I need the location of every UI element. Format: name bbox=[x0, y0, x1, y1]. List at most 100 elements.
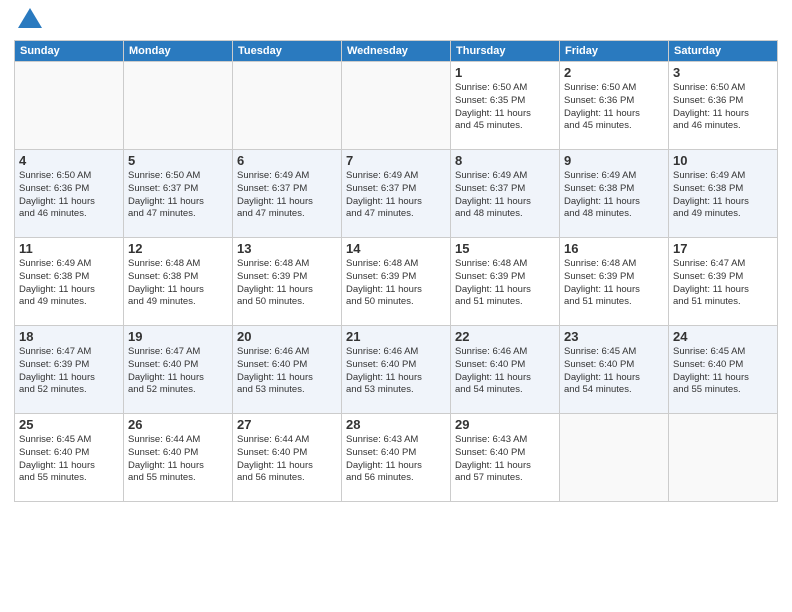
calendar-cell: 1Sunrise: 6:50 AM Sunset: 6:35 PM Daylig… bbox=[451, 62, 560, 150]
day-number: 8 bbox=[455, 153, 555, 168]
day-info: Sunrise: 6:48 AM Sunset: 6:39 PM Dayligh… bbox=[455, 258, 555, 309]
day-number: 18 bbox=[19, 329, 119, 344]
day-number: 26 bbox=[128, 417, 228, 432]
calendar-cell: 12 Sunrise: 6:48 AM Sunset: 6:38 PM Dayli… bbox=[124, 238, 233, 326]
day-number: 28 bbox=[346, 417, 446, 432]
day-number: 22 bbox=[455, 329, 555, 344]
day-number: 21 bbox=[346, 329, 446, 344]
day-number: 4 bbox=[19, 153, 119, 168]
day-number: 16 bbox=[564, 241, 664, 256]
day-info: Sunrise: 6:50 AM Sunset: 6:37 PM Dayligh… bbox=[128, 170, 228, 221]
day-number: 25 bbox=[19, 417, 119, 432]
calendar-cell: 13 Sunrise: 6:48 AM Sunset: 6:39 PM Dayli… bbox=[233, 238, 342, 326]
weekday-header-thursday: Thursday bbox=[451, 41, 560, 62]
calendar-cell: 24 Sunrise: 6:45 AM Sunset: 6:40 PM Dayli… bbox=[669, 326, 778, 414]
day-info: Sunrise: 6:47 AM Sunset: 6:39 PM Dayligh… bbox=[673, 258, 773, 309]
day-number: 23 bbox=[564, 329, 664, 344]
logo bbox=[14, 10, 44, 34]
weekday-header-tuesday: Tuesday bbox=[233, 41, 342, 62]
day-number: 19 bbox=[128, 329, 228, 344]
calendar-week-row: 1Sunrise: 6:50 AM Sunset: 6:35 PM Daylig… bbox=[15, 62, 778, 150]
calendar-cell: 20 Sunrise: 6:46 AM Sunset: 6:40 PM Dayli… bbox=[233, 326, 342, 414]
day-number: 5 bbox=[128, 153, 228, 168]
day-number: 3 bbox=[673, 65, 773, 80]
calendar-week-row: 18 Sunrise: 6:47 AM Sunset: 6:39 PM Dayli… bbox=[15, 326, 778, 414]
calendar-cell bbox=[15, 62, 124, 150]
day-number: 10 bbox=[673, 153, 773, 168]
calendar-cell: 2 Sunrise: 6:50 AM Sunset: 6:36 PM Daylig… bbox=[560, 62, 669, 150]
day-number: 20 bbox=[237, 329, 337, 344]
day-number: 12 bbox=[128, 241, 228, 256]
day-info: Sunrise: 6:45 AM Sunset: 6:40 PM Dayligh… bbox=[19, 434, 119, 485]
calendar-week-row: 25 Sunrise: 6:45 AM Sunset: 6:40 PM Dayli… bbox=[15, 414, 778, 502]
weekday-header-wednesday: Wednesday bbox=[342, 41, 451, 62]
calendar-cell: 3Sunrise: 6:50 AM Sunset: 6:36 PM Daylig… bbox=[669, 62, 778, 150]
calendar-cell: 11 Sunrise: 6:49 AM Sunset: 6:38 PM Dayli… bbox=[15, 238, 124, 326]
calendar-cell: 9Sunrise: 6:49 AM Sunset: 6:38 PM Daylig… bbox=[560, 150, 669, 238]
calendar-cell: 17 Sunrise: 6:47 AM Sunset: 6:39 PM Dayli… bbox=[669, 238, 778, 326]
calendar-cell: 26 Sunrise: 6:44 AM Sunset: 6:40 PM Dayli… bbox=[124, 414, 233, 502]
day-info: Sunrise: 6:49 AM Sunset: 6:38 PM Dayligh… bbox=[673, 170, 773, 221]
calendar-cell: 4 Sunrise: 6:50 AM Sunset: 6:36 PM Daylig… bbox=[15, 150, 124, 238]
day-info: Sunrise: 6:50 AM Sunset: 6:36 PM Dayligh… bbox=[564, 82, 664, 133]
day-info: Sunrise: 6:49 AM Sunset: 6:38 PM Dayligh… bbox=[19, 258, 119, 309]
calendar-cell: 28 Sunrise: 6:43 AM Sunset: 6:40 PM Dayli… bbox=[342, 414, 451, 502]
calendar-week-row: 11 Sunrise: 6:49 AM Sunset: 6:38 PM Dayli… bbox=[15, 238, 778, 326]
day-number: 17 bbox=[673, 241, 773, 256]
weekday-header-friday: Friday bbox=[560, 41, 669, 62]
day-number: 6 bbox=[237, 153, 337, 168]
calendar-cell: 10 Sunrise: 6:49 AM Sunset: 6:38 PM Dayli… bbox=[669, 150, 778, 238]
calendar-cell bbox=[669, 414, 778, 502]
day-info: Sunrise: 6:48 AM Sunset: 6:39 PM Dayligh… bbox=[346, 258, 446, 309]
day-info: Sunrise: 6:45 AM Sunset: 6:40 PM Dayligh… bbox=[673, 346, 773, 397]
day-info: Sunrise: 6:49 AM Sunset: 6:37 PM Dayligh… bbox=[455, 170, 555, 221]
calendar-table: SundayMondayTuesdayWednesdayThursdayFrid… bbox=[14, 40, 778, 502]
day-number: 27 bbox=[237, 417, 337, 432]
day-info: Sunrise: 6:50 AM Sunset: 6:36 PM Dayligh… bbox=[19, 170, 119, 221]
calendar-cell: 21Sunrise: 6:46 AM Sunset: 6:40 PM Dayli… bbox=[342, 326, 451, 414]
day-info: Sunrise: 6:47 AM Sunset: 6:40 PM Dayligh… bbox=[128, 346, 228, 397]
calendar-cell: 29 Sunrise: 6:43 AM Sunset: 6:40 PM Dayli… bbox=[451, 414, 560, 502]
calendar-cell: 18 Sunrise: 6:47 AM Sunset: 6:39 PM Dayli… bbox=[15, 326, 124, 414]
day-number: 15 bbox=[455, 241, 555, 256]
day-info: Sunrise: 6:46 AM Sunset: 6:40 PM Dayligh… bbox=[455, 346, 555, 397]
day-info: Sunrise: 6:43 AM Sunset: 6:40 PM Dayligh… bbox=[455, 434, 555, 485]
day-info: Sunrise: 6:48 AM Sunset: 6:38 PM Dayligh… bbox=[128, 258, 228, 309]
calendar-cell: 22 Sunrise: 6:46 AM Sunset: 6:40 PM Dayli… bbox=[451, 326, 560, 414]
day-info: Sunrise: 6:49 AM Sunset: 6:38 PM Dayligh… bbox=[564, 170, 664, 221]
calendar-cell: 7Sunrise: 6:49 AM Sunset: 6:37 PM Daylig… bbox=[342, 150, 451, 238]
day-info: Sunrise: 6:44 AM Sunset: 6:40 PM Dayligh… bbox=[128, 434, 228, 485]
calendar-cell bbox=[233, 62, 342, 150]
day-info: Sunrise: 6:49 AM Sunset: 6:37 PM Dayligh… bbox=[237, 170, 337, 221]
weekday-header-saturday: Saturday bbox=[669, 41, 778, 62]
day-info: Sunrise: 6:46 AM Sunset: 6:40 PM Dayligh… bbox=[237, 346, 337, 397]
day-number: 11 bbox=[19, 241, 119, 256]
day-info: Sunrise: 6:47 AM Sunset: 6:39 PM Dayligh… bbox=[19, 346, 119, 397]
logo-icon bbox=[16, 6, 44, 34]
calendar-week-row: 4 Sunrise: 6:50 AM Sunset: 6:36 PM Daylig… bbox=[15, 150, 778, 238]
calendar-cell: 6 Sunrise: 6:49 AM Sunset: 6:37 PM Daylig… bbox=[233, 150, 342, 238]
day-number: 2 bbox=[564, 65, 664, 80]
day-number: 29 bbox=[455, 417, 555, 432]
calendar-cell: 8 Sunrise: 6:49 AM Sunset: 6:37 PM Daylig… bbox=[451, 150, 560, 238]
calendar-cell: 27Sunrise: 6:44 AM Sunset: 6:40 PM Dayli… bbox=[233, 414, 342, 502]
calendar-cell: 14 Sunrise: 6:48 AM Sunset: 6:39 PM Dayli… bbox=[342, 238, 451, 326]
day-number: 13 bbox=[237, 241, 337, 256]
day-number: 24 bbox=[673, 329, 773, 344]
weekday-header-sunday: Sunday bbox=[15, 41, 124, 62]
calendar-cell: 5 Sunrise: 6:50 AM Sunset: 6:37 PM Daylig… bbox=[124, 150, 233, 238]
calendar-cell: 15 Sunrise: 6:48 AM Sunset: 6:39 PM Dayli… bbox=[451, 238, 560, 326]
calendar-cell: 25 Sunrise: 6:45 AM Sunset: 6:40 PM Dayli… bbox=[15, 414, 124, 502]
day-info: Sunrise: 6:48 AM Sunset: 6:39 PM Dayligh… bbox=[237, 258, 337, 309]
weekday-header-row: SundayMondayTuesdayWednesdayThursdayFrid… bbox=[15, 41, 778, 62]
calendar-cell: 19 Sunrise: 6:47 AM Sunset: 6:40 PM Dayli… bbox=[124, 326, 233, 414]
day-number: 14 bbox=[346, 241, 446, 256]
calendar-cell bbox=[560, 414, 669, 502]
day-info: Sunrise: 6:50 AM Sunset: 6:35 PM Dayligh… bbox=[455, 82, 555, 133]
day-info: Sunrise: 6:48 AM Sunset: 6:39 PM Dayligh… bbox=[564, 258, 664, 309]
calendar-cell: 16 Sunrise: 6:48 AM Sunset: 6:39 PM Dayli… bbox=[560, 238, 669, 326]
calendar-cell bbox=[342, 62, 451, 150]
calendar-cell: 23Sunrise: 6:45 AM Sunset: 6:40 PM Dayli… bbox=[560, 326, 669, 414]
page-header bbox=[14, 10, 778, 34]
day-info: Sunrise: 6:43 AM Sunset: 6:40 PM Dayligh… bbox=[346, 434, 446, 485]
